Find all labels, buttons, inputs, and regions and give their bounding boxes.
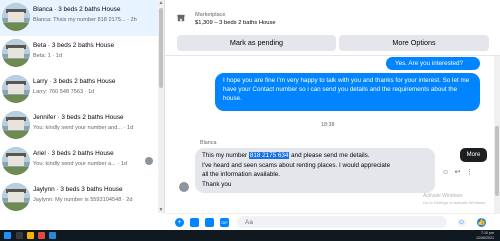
listing-thumbnail [2,75,30,103]
sender-avatar[interactable] [179,182,189,192]
conversation-preview: Larry: 760 548 7563 · 1d [33,89,95,95]
scrollbar-thumb[interactable] [159,8,163,88]
activate-windows-title: Activate Windows [423,193,463,199]
react-icon[interactable]: ☺ [441,168,450,177]
conversation-item[interactable]: Jennifer · 3 beds 2 baths House You: kind… [0,108,158,144]
system-clock[interactable]: 7:10 pm 12/06/2021 [476,231,494,240]
add-icon[interactable]: + [175,218,184,227]
message-timestamp: 18:38 [321,122,335,128]
read-receipt-avatar [145,157,153,165]
like-icon[interactable]: 👍 [477,218,486,227]
preview-text: You: kindly send your number a... [33,161,116,167]
photo-icon[interactable] [190,218,199,227]
sender-name: Blanca [200,140,217,146]
preview-time: 1d [55,53,62,59]
message-text: This my number [202,152,249,159]
listing-thumbnail [2,39,30,67]
preview-text: You: kindly send your number and... [33,125,123,131]
conversation-preview: Jaylynn: My number is 5593104548 · 2d [33,197,133,203]
listing-thumbnail [2,183,30,211]
more-dots-icon[interactable]: ⋮ [465,168,474,177]
outgoing-message[interactable]: Yes. Are you interested? [386,57,480,70]
conversation-preview: Beta: 1 · 1d [33,53,62,59]
conversation-item[interactable]: Blanca · 3 beds 2 baths House Blanca: Ths… [0,0,158,36]
conversation-preview: Blanca: Thsis my number 818 2175... · 2h [33,17,137,23]
conversation-preview: You: kindly send your number and... · 1d [33,125,134,131]
conversation-item[interactable]: Larry · 3 beds 2 baths House Larry: 760 5… [0,72,158,108]
conversation-preview: You: kindly send your number a... · 1d [33,161,128,167]
windows-taskbar: 7:10 pm 12/06/2021 [0,230,500,241]
scrollbar-thumb[interactable] [495,126,499,196]
listing-title[interactable]: $1,309 – 3 beds 2 baths House [195,20,276,26]
conversation-title: Ariel · 3 beds 2 baths House [33,150,114,157]
conversation-item[interactable]: Ariel · 3 beds 2 baths House You: kindly … [0,144,158,180]
mark-as-pending-button[interactable]: Mark as pending [177,35,336,51]
listing-thumbnail [2,3,30,31]
activate-windows-subtitle: Go to Settings to activate Windows. [423,200,487,205]
conversation-title: Jaylynn · 3 beds 3 baths House [33,186,123,193]
message-input[interactable] [237,216,447,228]
preview-time: 1d [127,125,134,131]
chat-panel: Marketplace $1,309 – 3 beds 2 baths Hous… [165,0,500,213]
edge-icon[interactable] [49,232,56,239]
marketplace-header: Marketplace $1,309 – 3 beds 2 baths Hous… [165,0,500,56]
emoji-icon[interactable]: ☺ [457,218,466,227]
highlighted-phone-number[interactable]: 818 2175 634 [248,152,290,159]
message-line: Thank you [202,180,232,188]
message-line: all the information available. [202,171,281,178]
more-options-button[interactable]: More Options [339,35,489,51]
preview-time: 2d [126,197,133,203]
search-icon[interactable] [16,232,23,239]
conversation-list: Blanca · 3 beds 2 baths House Blanca: Ths… [0,0,158,213]
conversation-title: Jennifer · 3 beds 2 baths House [33,114,124,121]
clock-date: 12/06/2021 [476,235,494,240]
message-text: and please send me details. [289,152,370,159]
conversation-item[interactable]: Jaylynn · 3 beds 3 baths House Jaylynn: M… [0,180,158,213]
conversation-item[interactable]: Beta · 3 beds 2 baths House Beta: 1 · 1d [0,36,158,72]
incoming-message[interactable]: This my number 818 2175 634 and please s… [195,148,435,193]
marketplace-icon [177,14,185,22]
outgoing-message[interactable]: I hope you are fine I'm very happy to ta… [215,73,480,111]
message-line: This my number 818 2175 634 and please s… [202,151,428,161]
preview-text: Blanca: Thsis my number 818 2175... [33,17,126,23]
marketplace-label: Marketplace [195,12,226,18]
message-line: I've heard and seen scams about renting … [202,161,391,169]
gif-icon[interactable]: GIF [220,218,229,227]
more-tooltip: More [460,148,487,162]
preview-text: Beta: 1 [33,53,51,59]
start-icon[interactable] [4,232,11,239]
preview-time: 2h [130,17,137,23]
conversation-title: Beta · 3 beds 2 baths House [33,42,115,49]
file-explorer-icon[interactable] [27,232,34,239]
message-composer: + GIF ☺ 👍 [165,213,500,230]
reply-icon[interactable]: ↩ [453,168,462,177]
listing-thumbnail [2,111,30,139]
chrome-icon[interactable] [38,232,45,239]
preview-text: Larry: 760 548 7563 [33,89,84,95]
conversation-title: Larry · 3 beds 2 baths House [33,78,116,85]
chat-scrollbar[interactable] [494,56,500,213]
sticker-icon[interactable] [205,218,214,227]
preview-time: 1d [88,89,95,95]
listing-thumbnail [2,147,30,175]
preview-text: Jaylynn: My number is 5593104548 [33,197,122,203]
preview-time: 1d [120,161,128,167]
conversation-title: Blanca · 3 beds 2 baths House [33,6,121,13]
